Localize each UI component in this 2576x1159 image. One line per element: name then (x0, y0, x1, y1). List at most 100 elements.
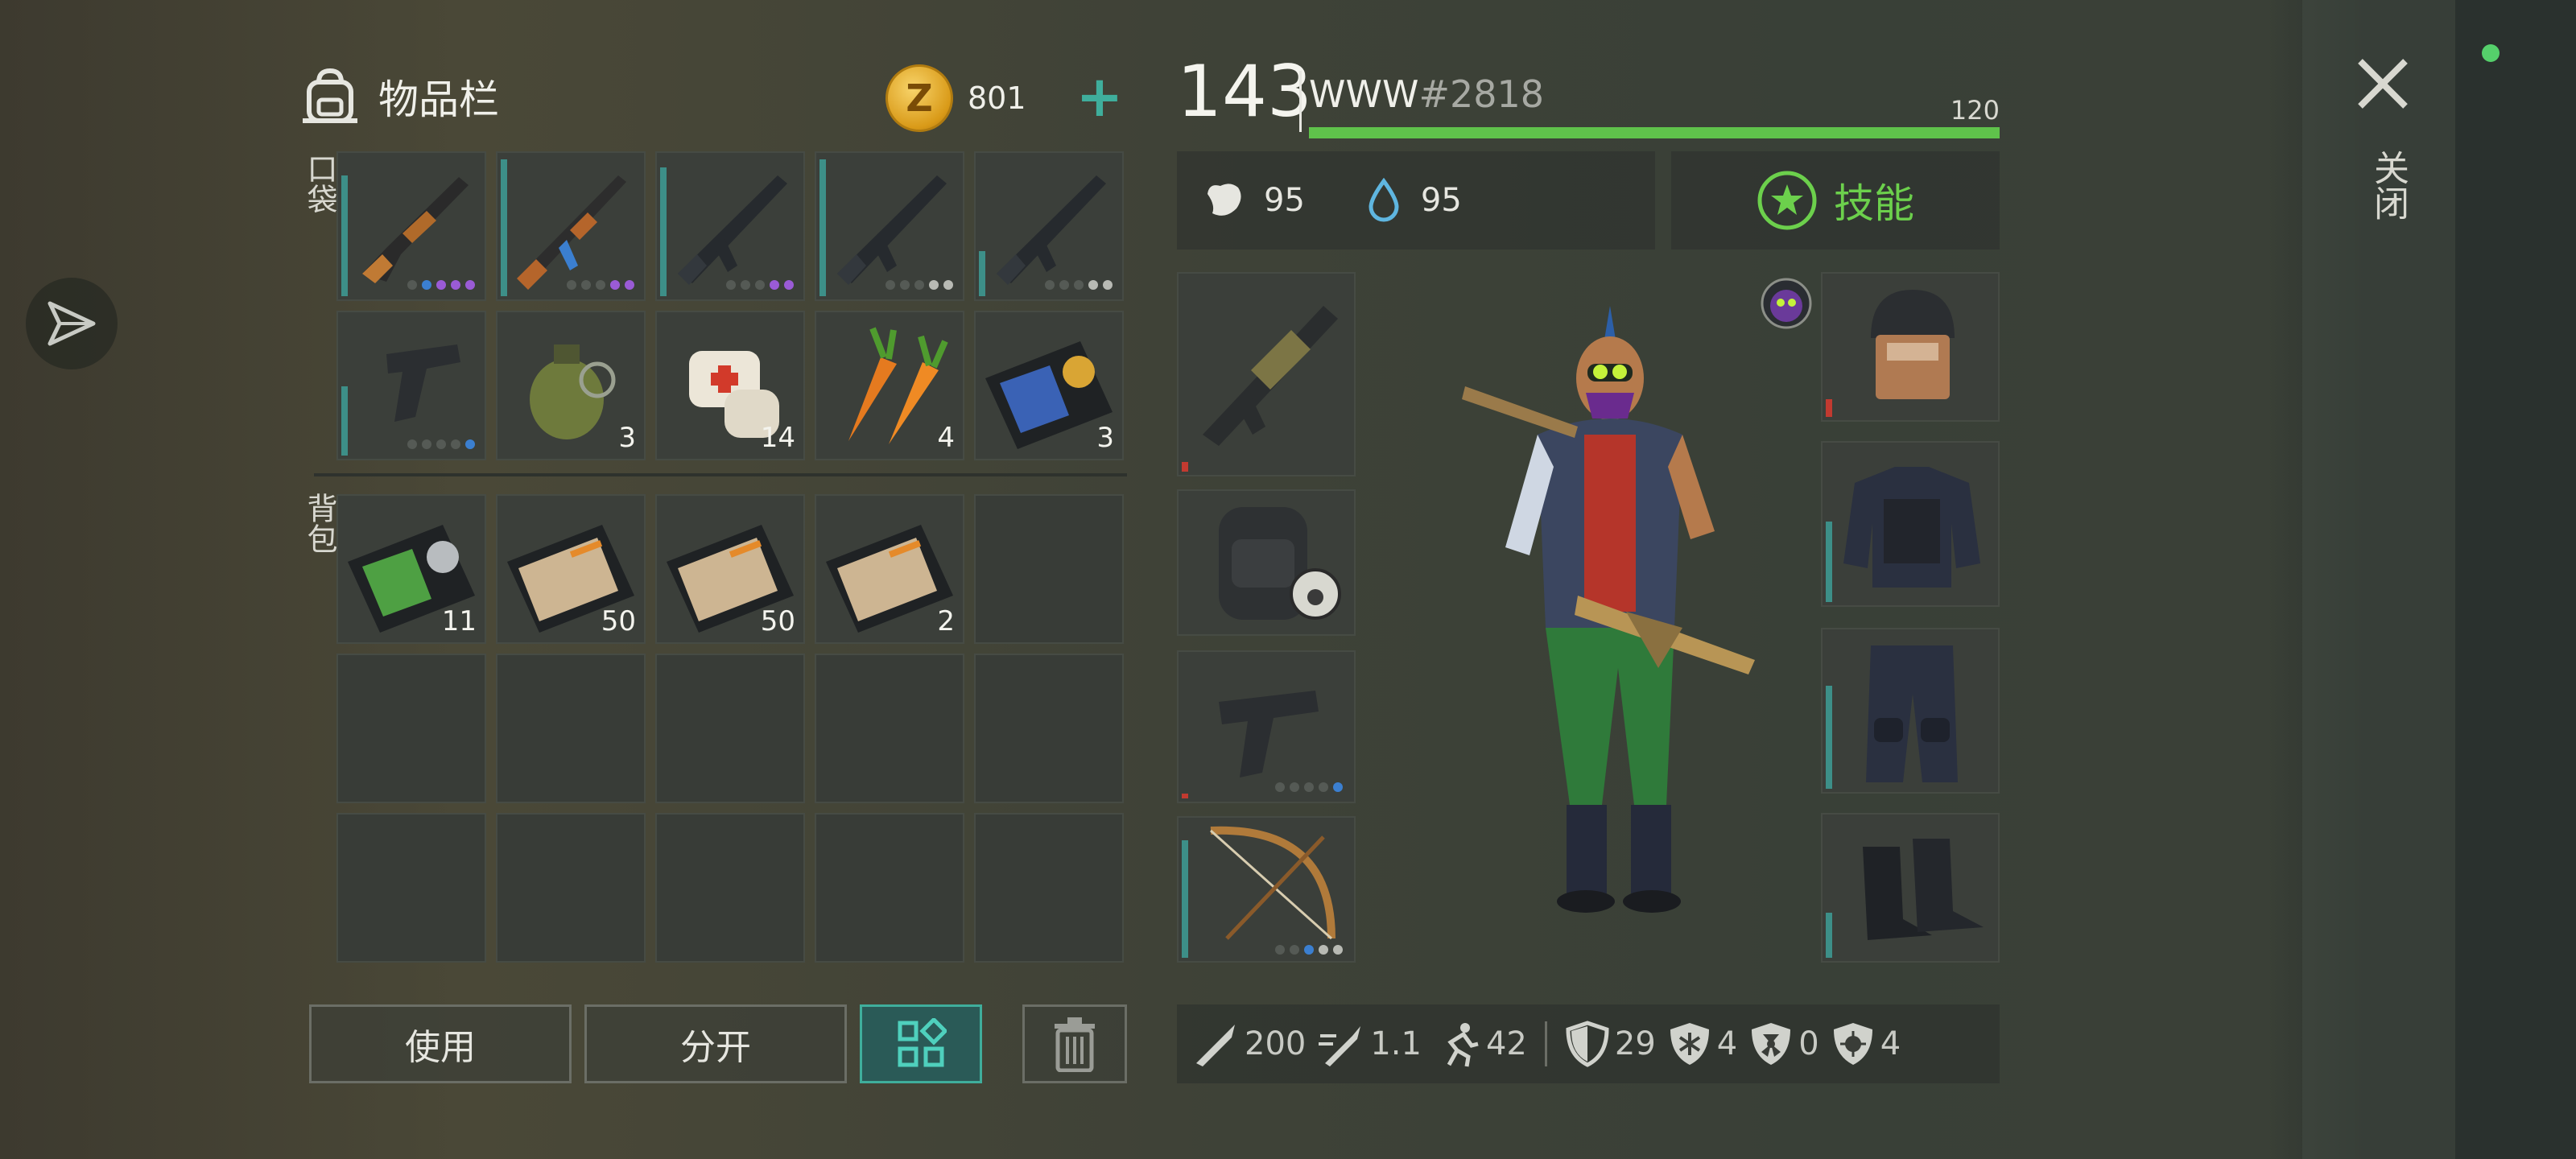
durability-bar (660, 167, 667, 296)
close-button[interactable] (2351, 52, 2415, 116)
cold-resist-value: 4 (1716, 1025, 1738, 1062)
thirst-icon (1368, 178, 1399, 222)
hunger-value: 95 (1264, 182, 1305, 219)
quality-dots (726, 280, 794, 290)
player-character (1462, 306, 1755, 913)
inventory-slot[interactable] (974, 151, 1124, 301)
armor-icon (1566, 1021, 1609, 1067)
radiation-resist-stat: 0 (1748, 1020, 1819, 1068)
primary-weapon-slot[interactable] (1177, 272, 1356, 476)
quality-dots (407, 280, 475, 290)
trash-icon (1055, 1017, 1095, 1072)
item-count: 3 (618, 422, 636, 454)
inventory-slot[interactable]: 50 (496, 494, 646, 644)
inventory-slot[interactable]: 3 (974, 311, 1124, 460)
helmet-slot[interactable] (1821, 272, 2000, 422)
use-button[interactable]: 使用 (309, 1004, 572, 1083)
speed-stat: 42 (1433, 1020, 1527, 1068)
attack-speed-icon (1319, 1026, 1361, 1066)
inventory-slot[interactable] (655, 151, 805, 301)
inventory-slot[interactable] (815, 151, 964, 301)
player-level: 143 (1177, 50, 1312, 133)
quality-dots (886, 280, 953, 290)
close-label[interactable]: 关闭 (2362, 150, 2413, 221)
item-count: 11 (441, 605, 477, 637)
damage-stat: 200 (1191, 1020, 1306, 1068)
armor-stat: 29 (1565, 1020, 1656, 1068)
durability-bar (341, 386, 348, 456)
combat-stats-bar: 200 1.1 42 29 4 0 4 (1177, 1004, 2000, 1083)
quality-dots (1275, 782, 1343, 792)
item-count: 3 (1096, 422, 1114, 454)
close-icon (2358, 59, 2408, 109)
bow-icon (1210, 826, 1335, 940)
backpack-slot[interactable] (1177, 489, 1356, 636)
quality-dots (567, 280, 634, 290)
player-tag: #2818 (1418, 72, 1545, 116)
xp-bar (1309, 127, 2000, 138)
empty-slot[interactable] (655, 813, 805, 963)
navigation-button[interactable] (26, 278, 118, 369)
add-coins-button[interactable]: + (1072, 68, 1127, 126)
infection-resist-value: 4 (1880, 1025, 1901, 1062)
armor-value: 29 (1614, 1025, 1656, 1062)
durability-bar (979, 251, 985, 296)
item-count: 14 (760, 422, 795, 454)
inventory-slot[interactable]: 3 (496, 311, 646, 460)
backpack-label: 背包 (302, 493, 337, 554)
inventory-title: 物品栏 (378, 76, 499, 123)
empty-slot[interactable] (974, 654, 1124, 803)
inventory-slot[interactable] (336, 311, 486, 460)
cosmetic-badge-icon[interactable] (1760, 277, 1813, 330)
boots-slot[interactable] (1821, 813, 2000, 963)
durability-bar (1826, 913, 1832, 958)
inventory-slot[interactable] (336, 151, 486, 301)
empty-slot[interactable] (336, 813, 486, 963)
inventory-slot[interactable]: 14 (655, 311, 805, 460)
attack-speed-stat: 1.1 (1317, 1020, 1422, 1068)
item-count: 4 (937, 422, 955, 454)
xp-bar-fill (1309, 127, 2000, 138)
body-armor-slot[interactable] (1821, 441, 2000, 607)
item-count: 2 (937, 605, 955, 637)
cold-resist-stat: 4 (1667, 1020, 1737, 1068)
split-button[interactable]: 分开 (584, 1004, 847, 1083)
boots-icon (1863, 839, 1984, 940)
delete-button[interactable] (1022, 1004, 1127, 1083)
player-name-text: WWW (1309, 72, 1419, 116)
infection-resist-icon (1833, 1023, 1872, 1065)
inventory-slot[interactable]: 11 (336, 494, 486, 644)
pants-slot[interactable] (1821, 628, 2000, 794)
durability-bar (819, 159, 826, 296)
star-icon (1757, 171, 1817, 230)
inventory-slot[interactable]: 50 (655, 494, 805, 644)
inventory-slot[interactable] (496, 151, 646, 301)
skills-button[interactable]: 技能 (1671, 151, 2000, 250)
sort-grid-button[interactable] (860, 1004, 982, 1083)
empty-slot[interactable] (336, 654, 486, 803)
infection-resist-stat: 4 (1831, 1020, 1901, 1068)
inventory-slot[interactable]: 4 (815, 311, 964, 460)
durability-bar (1826, 686, 1832, 789)
durability-bar (1826, 522, 1832, 602)
ranged-weapon-slot[interactable] (1177, 816, 1356, 963)
durability-bar (1182, 462, 1188, 472)
empty-slot[interactable] (815, 654, 964, 803)
empty-slot[interactable] (496, 813, 646, 963)
right-edge-panel (2455, 0, 2576, 1159)
inventory-slot[interactable]: 2 (815, 494, 964, 644)
empty-slot[interactable] (974, 813, 1124, 963)
empty-slot[interactable] (815, 813, 964, 963)
durability-bar (1182, 840, 1188, 958)
empty-slot[interactable] (655, 654, 805, 803)
durability-bar (1182, 794, 1188, 798)
empty-slot[interactable] (496, 654, 646, 803)
radiation-resist-value: 0 (1798, 1025, 1819, 1062)
vest-icon (1843, 467, 1980, 588)
speed-value: 42 (1485, 1025, 1527, 1062)
backpack-icon (303, 68, 357, 123)
secondary-weapon-slot[interactable] (1177, 650, 1356, 803)
empty-slot[interactable] (974, 494, 1124, 644)
attack-speed-value: 1.1 (1370, 1025, 1422, 1062)
helmet-icon (1871, 290, 1955, 399)
